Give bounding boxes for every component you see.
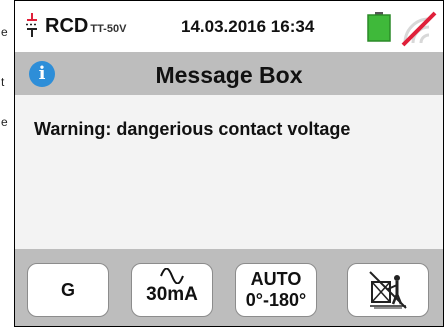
instrument-screen: RCD TT-50V 14.03.2016 16:34 i Message Box…	[14, 0, 444, 327]
rated-current-label: 30mA	[146, 284, 198, 305]
signal-off-icon	[401, 11, 437, 47]
message-box-header: i Message Box	[15, 53, 443, 95]
page-title: Message Box	[155, 62, 303, 88]
battery-icon	[367, 12, 391, 42]
phase-mode-label: AUTO	[250, 269, 302, 289]
mode-label: RCD	[45, 15, 89, 37]
left-edge-fragment: e t e	[0, 0, 14, 327]
mode-subscript: TT-50V	[90, 23, 127, 35]
fragment-char: e	[1, 25, 8, 39]
sine-wave-icon	[160, 268, 184, 284]
fragment-char: e	[1, 115, 8, 129]
softkey-bar: G 30mA AUTO 0°-180°	[15, 249, 443, 326]
g-button-label: G	[60, 280, 75, 300]
rated-current-button[interactable]: 30mA	[131, 263, 213, 317]
warning-message: Warning: dangerious contact voltage	[34, 119, 351, 139]
fragment-char: t	[1, 75, 5, 89]
rcd-symbol-icon	[26, 13, 38, 37]
touch-voltage-button[interactable]	[347, 263, 429, 317]
phase-auto-button[interactable]: AUTO 0°-180°	[235, 263, 317, 317]
date-time: 14.03.2016 16:34	[181, 17, 315, 36]
no-touch-voltage-icon	[369, 271, 407, 309]
g-button[interactable]: G	[27, 263, 109, 317]
measurement-mode: RCD TT-50V	[45, 15, 126, 38]
phase-range-label: 0°-180°	[245, 290, 307, 310]
status-bar: RCD TT-50V 14.03.2016 16:34	[15, 1, 443, 53]
